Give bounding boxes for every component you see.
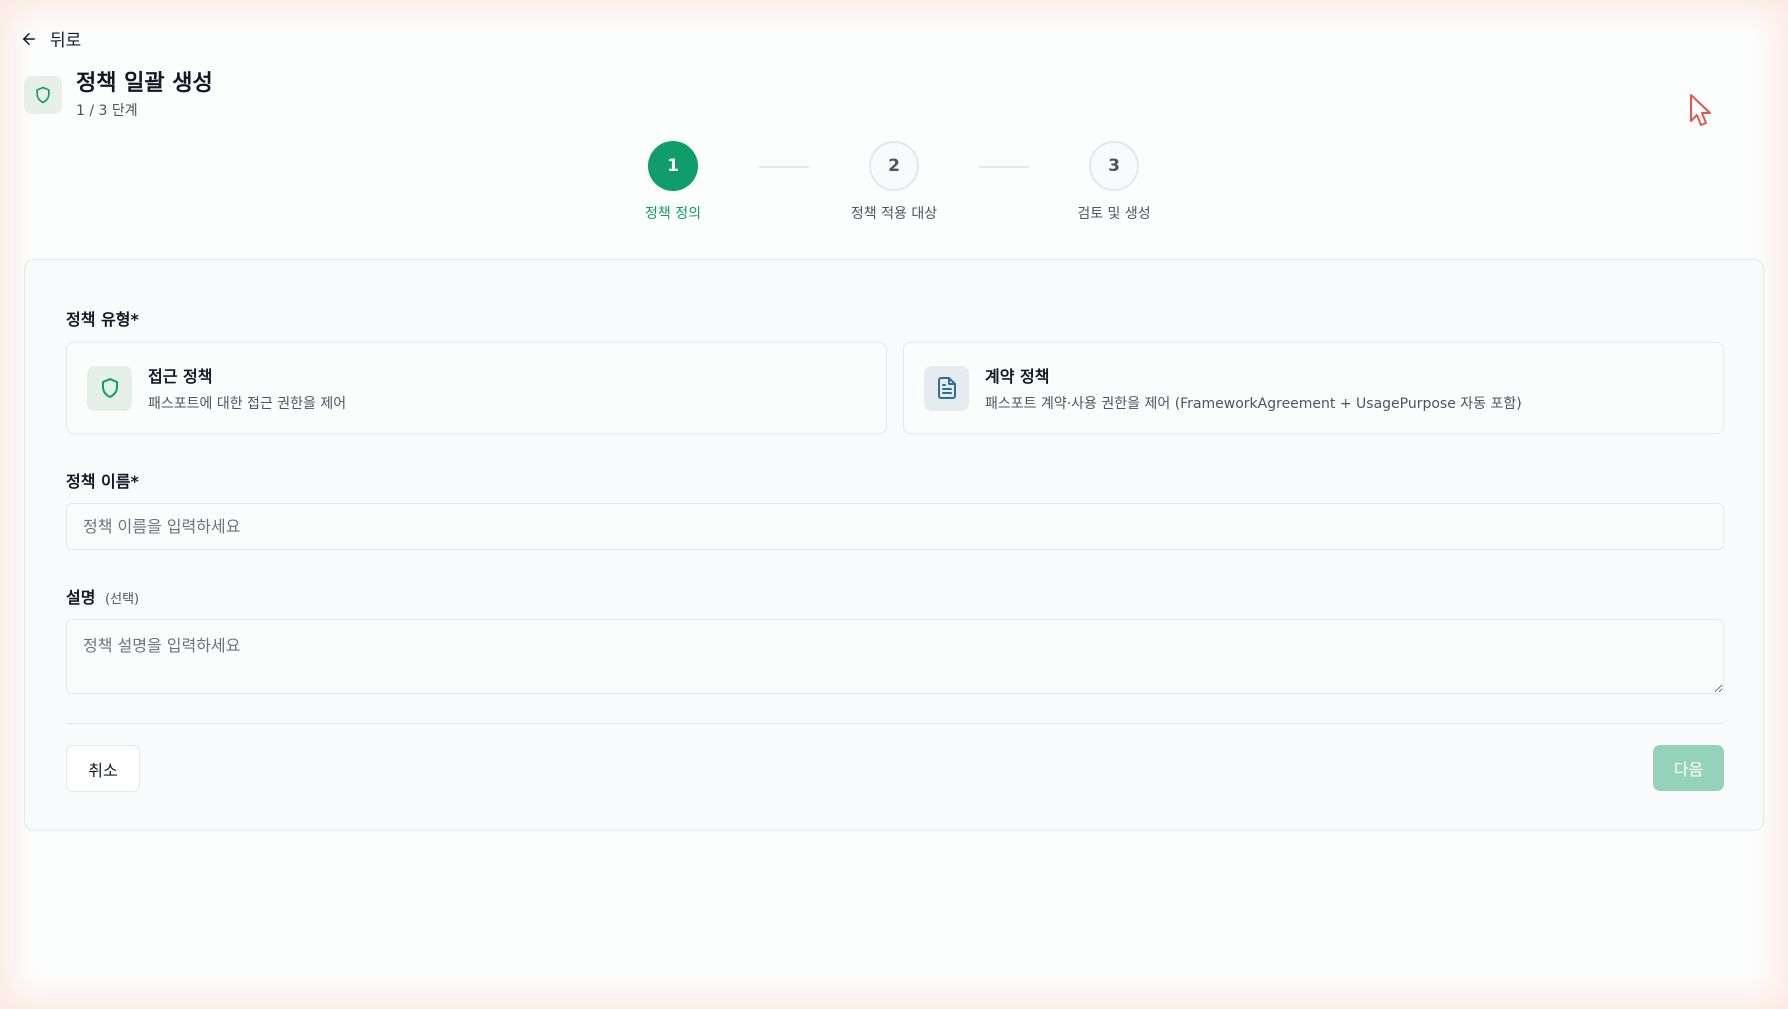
policy-form-card: 정책 유형* 접근 정책 패스포트에 대한 접근 권한을 제어 계약 정책 패스… (24, 259, 1764, 831)
header-shield-icon (24, 76, 62, 114)
step-2-circle: 2 (869, 141, 919, 191)
optional-hint: (선택) (105, 592, 140, 607)
policy-type-label: 정책 유형* (66, 310, 139, 329)
page-step-indicator: 1 / 3 단계 (76, 103, 138, 119)
description-textarea[interactable] (66, 619, 1724, 694)
description-label: 설명 (선택) (66, 584, 139, 608)
back-link-label: 뒤로 (50, 31, 82, 51)
step-3: 3 검토 및 생성 (1044, 141, 1184, 223)
mouse-cursor-icon (1690, 94, 1711, 126)
page-title: 정책 일괄 생성 (76, 71, 213, 96)
next-button[interactable]: 다음 (1653, 745, 1724, 791)
policy-type-option-text: 계약 정책 패스포트 계약·사용 권한을 제어 (FrameworkAgreem… (985, 363, 1522, 413)
policy-type-option-description: 패스포트에 대한 접근 권한을 제어 (148, 396, 347, 412)
step-2: 2 정책 적용 대상 (824, 141, 964, 223)
page-header: 정책 일괄 생성 1 / 3 단계 (24, 70, 213, 120)
shield-icon (87, 365, 132, 411)
policy-type-option-title: 접근 정책 (148, 367, 213, 386)
step-2-label: 정책 적용 대상 (850, 206, 938, 222)
step-1: 1 정책 정의 (603, 141, 743, 223)
step-1-circle: 1 (648, 141, 698, 191)
step-1-label: 정책 정의 (645, 206, 701, 222)
policy-type-option-title: 계약 정책 (985, 367, 1050, 386)
cancel-button[interactable]: 취소 (66, 745, 140, 792)
step-3-label: 검토 및 생성 (1077, 206, 1151, 222)
policy-type-option-text: 접근 정책 패스포트에 대한 접근 권한을 제어 (148, 363, 346, 413)
policy-type-option-contract[interactable]: 계약 정책 패스포트 계약·사용 권한을 제어 (FrameworkAgreem… (903, 342, 1724, 434)
policy-type-option-description: 패스포트 계약·사용 권한을 제어 (FrameworkAgreement + … (985, 396, 1522, 412)
document-icon (924, 365, 969, 411)
back-link[interactable]: 뒤로 (20, 26, 81, 51)
step-connector (979, 166, 1029, 168)
form-divider (66, 723, 1724, 724)
progress-stepper: 1 정책 정의 2 정책 적용 대상 3 검토 및 생성 (0, 141, 1788, 231)
arrow-left-icon (23, 32, 35, 45)
policy-name-input[interactable] (66, 503, 1724, 550)
policy-name-label: 정책 이름* (66, 472, 139, 491)
step-connector (759, 166, 809, 168)
policy-type-option-access[interactable]: 접근 정책 패스포트에 대한 접근 권한을 제어 (66, 342, 887, 434)
description-label-text: 설명 (66, 588, 96, 607)
header-text: 정책 일괄 생성 1 / 3 단계 (76, 70, 213, 120)
step-3-circle: 3 (1089, 141, 1139, 191)
